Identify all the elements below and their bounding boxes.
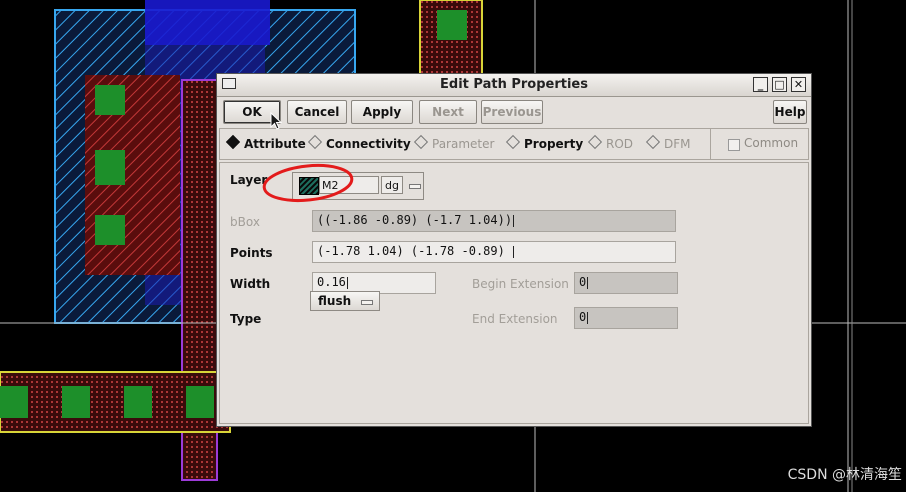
tab-parameter-label: Parameter [432, 137, 495, 151]
property-tabs: Attribute Connectivity Parameter Propert… [219, 128, 809, 160]
begin-extension-label: Begin Extension [472, 277, 569, 291]
minimize-button[interactable]: _ [753, 77, 768, 92]
type-dropdown-icon [361, 300, 373, 305]
radio-selected-icon [225, 134, 241, 150]
bbox-label: bBox [230, 215, 260, 229]
tab-connectivity-label: Connectivity [326, 137, 411, 151]
width-label: Width [230, 277, 271, 291]
help-button[interactable]: Help [773, 100, 807, 124]
watermark: CSDN @林清海笙 [787, 467, 902, 483]
tab-connectivity[interactable]: Connectivity [307, 134, 411, 151]
radio-icon [505, 134, 521, 150]
radio-icon [645, 134, 661, 150]
tab-attribute-label: Attribute [244, 137, 306, 151]
text-cursor-icon [513, 245, 515, 258]
begin-extension-value: 0 [579, 275, 587, 289]
common-checkbox[interactable] [728, 139, 740, 151]
layer-label: Layer [230, 173, 268, 187]
bbox-field: ((-1.86 -0.89) (-1.7 1.04)) [312, 210, 676, 232]
tab-property[interactable]: Property [505, 134, 584, 151]
layer-selector[interactable]: M2 dg [292, 172, 424, 200]
end-extension-field: 0 [574, 307, 678, 329]
width-value: 0.16 [317, 275, 346, 289]
common-toggle[interactable]: Common [710, 129, 809, 159]
layer-name: M2 [319, 176, 379, 194]
begin-extension-field: 0 [574, 272, 678, 294]
dialog-title: Edit Path Properties [440, 77, 588, 92]
previous-button[interactable]: Previous [481, 100, 543, 124]
tab-rod-label: ROD [606, 137, 634, 151]
end-extension-label: End Extension [472, 312, 558, 326]
tab-parameter[interactable]: Parameter [413, 134, 495, 151]
tab-property-label: Property [524, 137, 584, 151]
mouse-pointer-icon [270, 112, 282, 130]
maximize-button[interactable]: □ [772, 77, 787, 92]
tab-attribute[interactable]: Attribute [225, 134, 306, 151]
radio-icon [413, 134, 429, 150]
points-field[interactable]: (-1.78 1.04) (-1.78 -0.89) [312, 241, 676, 263]
radio-icon [587, 134, 603, 150]
cancel-button[interactable]: Cancel [287, 100, 347, 124]
text-cursor-icon [513, 214, 515, 227]
points-label: Points [230, 246, 273, 260]
edit-path-properties-dialog: Edit Path Properties _ □ ✕ OK Cancel App… [216, 73, 812, 427]
layer-dropdown-icon[interactable] [409, 184, 421, 189]
tab-dfm-label: DFM [664, 137, 691, 151]
text-cursor-icon [346, 276, 348, 289]
next-button[interactable]: Next [419, 100, 477, 124]
text-cursor-icon [587, 276, 589, 289]
attribute-panel: Layer M2 dg bBox ((-1.86 -0.89) (-1.7 1.… [219, 162, 809, 424]
common-label: Common [744, 136, 799, 150]
tab-dfm[interactable]: DFM [645, 134, 691, 151]
tab-rod[interactable]: ROD [587, 134, 634, 151]
radio-icon [307, 134, 323, 150]
type-value: flush [318, 294, 352, 308]
end-extension-value: 0 [579, 310, 587, 324]
points-value: (-1.78 1.04) (-1.78 -0.89) [317, 244, 505, 258]
layer-purpose: dg [381, 176, 403, 194]
apply-button[interactable]: Apply [351, 100, 413, 124]
dialog-titlebar[interactable]: Edit Path Properties _ □ ✕ [217, 74, 811, 97]
type-label: Type [230, 312, 262, 326]
text-cursor-icon [587, 311, 589, 324]
bbox-value: ((-1.86 -0.89) (-1.7 1.04)) [317, 213, 513, 227]
type-select[interactable]: flush [310, 291, 380, 311]
close-button[interactable]: ✕ [791, 77, 806, 92]
layer-swatch-icon [299, 177, 319, 195]
